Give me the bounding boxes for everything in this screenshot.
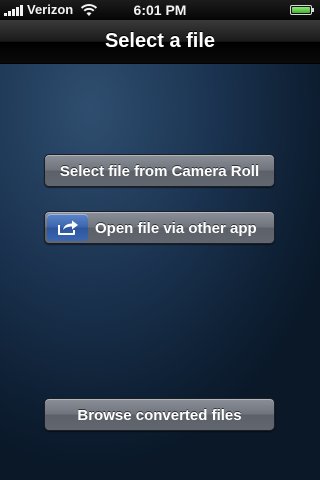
status-bar: Verizon 6:01 PM	[0, 0, 320, 20]
battery-icon	[290, 5, 312, 15]
select-from-camera-roll-button[interactable]: Select file from Camera Roll	[44, 154, 275, 187]
app-screen: Verizon 6:01 PM Select a file Select fil…	[0, 0, 320, 480]
open-via-other-app-label: Open file via other app	[95, 220, 257, 237]
browse-converted-files-button[interactable]: Browse converted files	[44, 398, 275, 431]
battery-level	[292, 7, 310, 13]
navigation-bar: Select a file	[0, 20, 320, 64]
page-title: Select a file	[104, 30, 216, 52]
status-time: 6:01 PM	[133, 2, 187, 18]
browse-converted-files-label: Browse converted files	[77, 407, 242, 424]
share-icon	[47, 214, 88, 241]
battery-tip	[312, 8, 314, 12]
open-via-other-app-button[interactable]: Open file via other app	[44, 211, 275, 244]
select-from-camera-roll-label: Select file from Camera Roll	[59, 163, 260, 180]
